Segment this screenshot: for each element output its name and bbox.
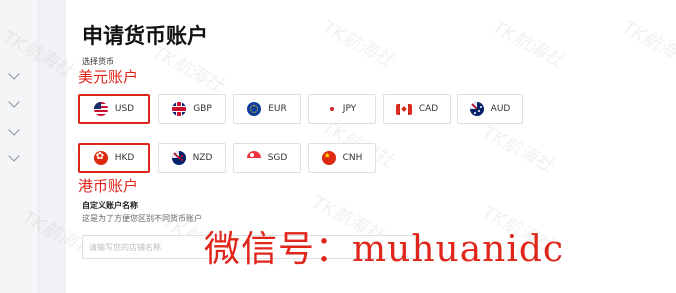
- usd-annotation-label: 美元账户: [78, 68, 139, 86]
- us-flag-icon: [93, 102, 108, 116]
- currency-option-usd[interactable]: USD: [78, 94, 150, 124]
- chevron-down-icon[interactable]: [8, 124, 20, 136]
- japan-flag-icon: [327, 105, 336, 113]
- currency-code: EUR: [268, 104, 287, 114]
- currency-option-cnh[interactable]: CNH: [308, 143, 376, 173]
- chevron-down-icon[interactable]: [8, 96, 20, 108]
- currency-option-cad[interactable]: CAD: [383, 94, 451, 124]
- currency-option-aud[interactable]: AUD: [457, 94, 523, 124]
- currency-code: CAD: [418, 104, 439, 114]
- sidebar: [0, 0, 39, 293]
- hkd-annotation-label: 港币账户: [78, 177, 139, 195]
- currency-code: SGD: [267, 153, 288, 163]
- overlay-wechat-text: 微信号：muhuanidc: [204, 229, 565, 270]
- eu-flag-icon: [247, 102, 262, 116]
- currency-option-hkd[interactable]: HKD: [78, 143, 150, 173]
- china-flag-icon: [321, 151, 336, 165]
- currency-code: GBP: [193, 104, 212, 114]
- currency-code: AUD: [490, 104, 511, 114]
- chevron-down-icon[interactable]: [8, 68, 20, 80]
- chevron-down-icon[interactable]: [8, 150, 20, 162]
- currency-option-eur[interactable]: EUR: [233, 94, 301, 124]
- australia-flag-icon: [469, 102, 484, 116]
- currency-option-nzd[interactable]: NZD: [158, 143, 226, 173]
- currency-code: USD: [114, 104, 135, 114]
- canada-flag-icon: [395, 103, 412, 115]
- uk-flag-icon: [172, 102, 187, 116]
- new-zealand-flag-icon: [171, 151, 186, 165]
- currency-code: HKD: [114, 153, 135, 163]
- custom-account-name-hint: 这是为了方便您区别不同货币账户: [82, 214, 202, 223]
- hong-kong-flag-icon: [93, 151, 108, 165]
- currency-option-gbp[interactable]: GBP: [158, 94, 226, 124]
- custom-account-name-label: 自定义账户名称: [82, 201, 138, 210]
- currency-code: JPY: [342, 104, 357, 114]
- currency-code: CNH: [342, 153, 363, 163]
- page-title: 申请货币账户: [82, 24, 208, 48]
- currency-code: NZD: [192, 153, 213, 163]
- currency-option-jpy[interactable]: JPY: [308, 94, 376, 124]
- singapore-flag-icon: [246, 151, 261, 165]
- currency-option-sgd[interactable]: SGD: [233, 143, 301, 173]
